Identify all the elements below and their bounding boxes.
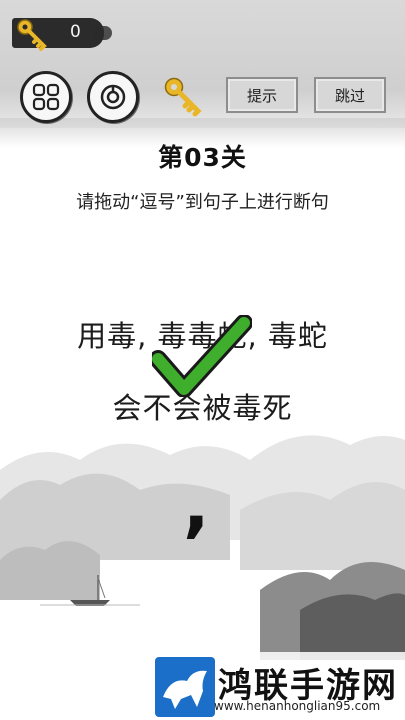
key-icon [17, 19, 47, 51]
key-counter: 0 [12, 18, 112, 51]
menu-button[interactable] [20, 71, 72, 123]
skip-button[interactable]: 跳过 [314, 77, 386, 113]
hint-button[interactable]: 提示 [226, 77, 298, 113]
checkmark-icon [152, 315, 252, 397]
share-button[interactable] [87, 71, 139, 123]
key-icon[interactable] [162, 75, 204, 117]
brush-stroke [94, 26, 112, 40]
instruction-text: 请拖动“逗号”到句子上进行断句 [76, 192, 329, 213]
share-icon [100, 84, 126, 110]
key-count: 0 [70, 22, 81, 42]
watermark-url: www.henanhonglian95.com [214, 699, 381, 713]
watermark-logo-icon [155, 657, 215, 717]
menu-grid-icon [32, 83, 60, 111]
draggable-comma[interactable]: , [183, 470, 210, 540]
level-title: 第03关 [158, 143, 247, 172]
